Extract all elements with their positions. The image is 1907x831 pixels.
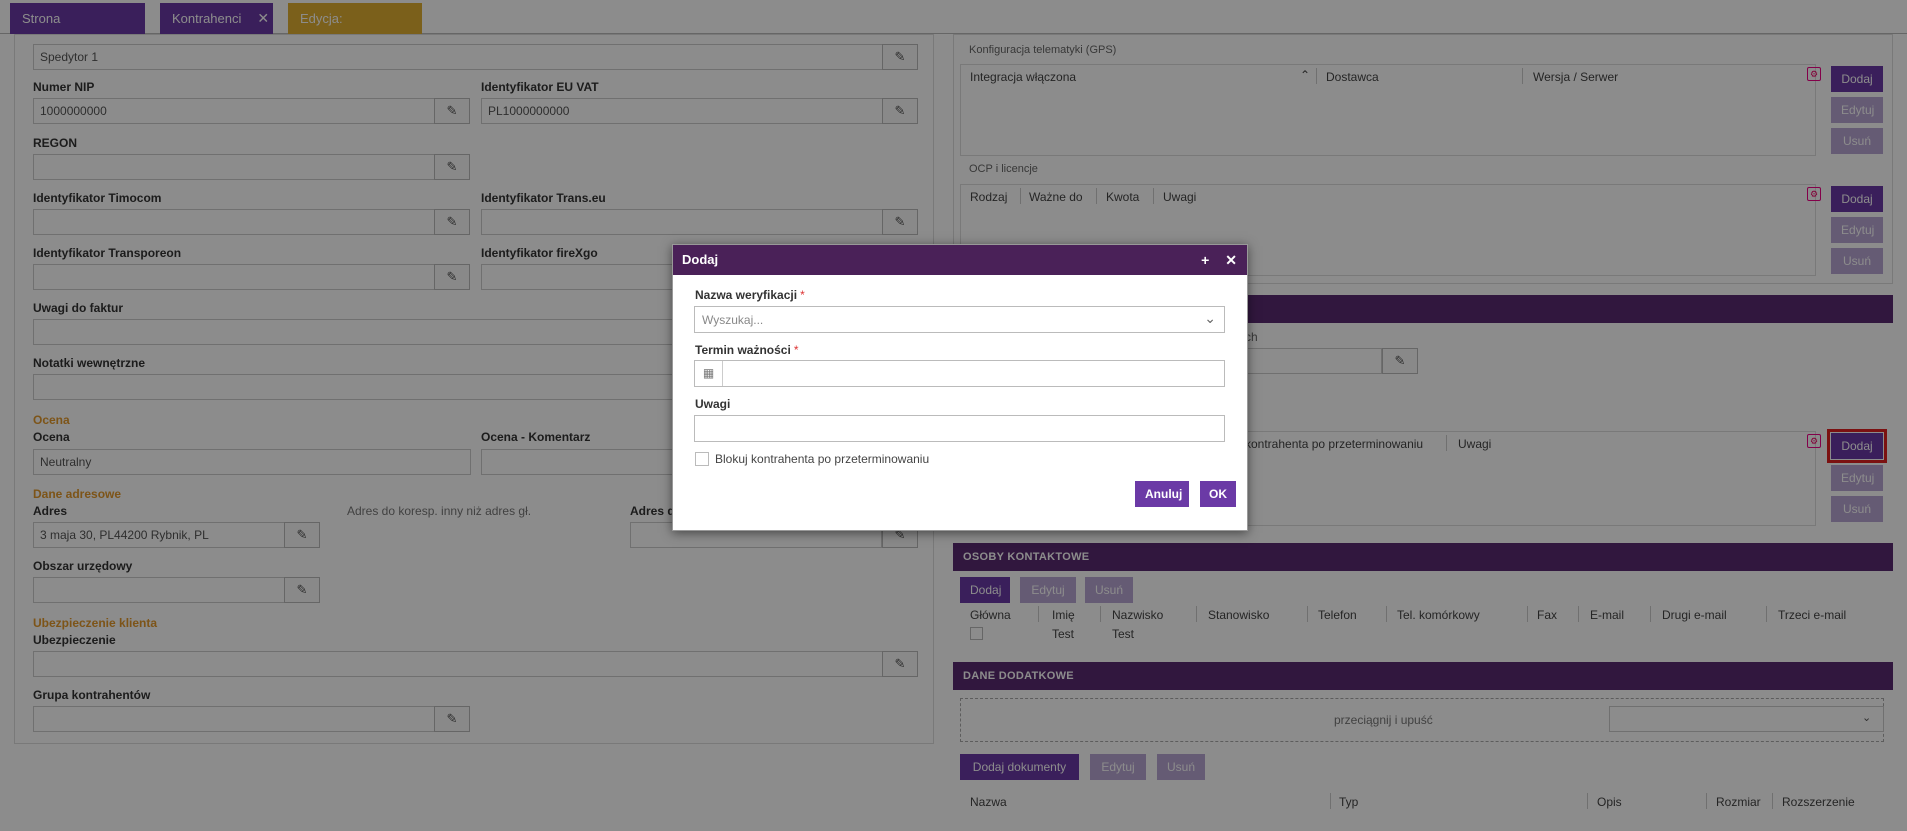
required-marker: * xyxy=(800,288,805,302)
nazwa-label-text: Nazwa weryfikacji xyxy=(695,288,798,302)
termin-waznosci-label: Termin ważności * xyxy=(695,343,798,357)
dialog-title: Dodaj xyxy=(682,252,719,267)
blokuj-checkbox[interactable] xyxy=(695,452,709,466)
nazwa-weryfikacji-label: Nazwa weryfikacji * xyxy=(695,288,805,302)
dialog-header-icons: + ✕ xyxy=(1185,245,1237,275)
ok-button[interactable]: OK xyxy=(1200,481,1236,507)
dialog-header: Dodaj + ✕ xyxy=(673,245,1247,275)
add-verification-dialog: Dodaj + ✕ Nazwa weryfikacji * Wyszukaj... … xyxy=(672,244,1248,531)
nazwa-weryfikacji-select[interactable]: Wyszukaj... ⌄ xyxy=(694,306,1225,333)
uwagi-input[interactable] xyxy=(694,415,1225,442)
close-icon[interactable]: ✕ xyxy=(1225,252,1237,268)
uwagi-label: Uwagi xyxy=(695,397,731,411)
cancel-button[interactable]: Anuluj xyxy=(1135,481,1189,507)
calendar-icon[interactable]: ▦ xyxy=(695,361,723,386)
select-placeholder: Wyszukaj... xyxy=(702,313,764,327)
maximize-icon[interactable]: + xyxy=(1201,252,1209,268)
termin-label-text: Termin ważności xyxy=(695,343,791,357)
required-marker: * xyxy=(793,343,799,357)
blokuj-checkbox-label: Blokuj kontrahenta po przeterminowaniu xyxy=(715,452,930,466)
chevron-down-icon: ⌄ xyxy=(1204,310,1216,326)
termin-waznosci-field[interactable]: ▦ xyxy=(694,360,1225,387)
